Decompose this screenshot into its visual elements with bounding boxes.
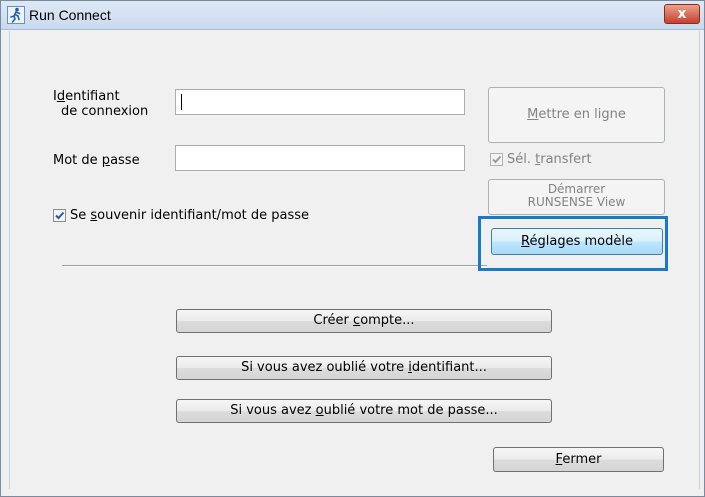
create-account-button[interactable]: Créer compte...: [176, 309, 552, 333]
highlight-box: [478, 216, 668, 271]
separator-line: [62, 265, 487, 267]
forgot-password-button[interactable]: Si vous avez oublié votre mot de passe..…: [176, 399, 552, 423]
remember-label[interactable]: Se souvenir identifiant/mot de passe: [70, 208, 309, 223]
runner-icon: [7, 6, 25, 24]
title-bar[interactable]: Run Connect x: [1, 1, 704, 30]
upload-button[interactable]: Mettre en ligne: [488, 87, 665, 143]
login-id-input[interactable]: [175, 89, 465, 115]
check-icon: [492, 155, 502, 164]
password-label: Mot de passe: [53, 153, 140, 168]
run-connect-window: Run Connect x Identifiant de connexion M…: [0, 0, 705, 497]
text-caret: [181, 94, 182, 110]
check-icon: [55, 211, 65, 220]
close-icon: x: [677, 6, 687, 22]
transfer-select-checkbox[interactable]: [490, 153, 503, 166]
password-input[interactable]: [175, 145, 465, 171]
forgot-id-button[interactable]: Si vous avez oublié votre identifiant...: [176, 356, 552, 380]
start-runsense-view-button[interactable]: Démarrer RUNSENSE View: [488, 179, 665, 215]
transfer-select-label: Sél. transfert: [507, 152, 592, 167]
window-title: Run Connect: [29, 7, 111, 23]
remember-checkbox[interactable]: [53, 209, 66, 222]
close-button[interactable]: Fermer: [493, 447, 664, 472]
login-id-label: Identifiant de connexion: [53, 89, 149, 119]
close-window-button[interactable]: x: [664, 4, 700, 24]
